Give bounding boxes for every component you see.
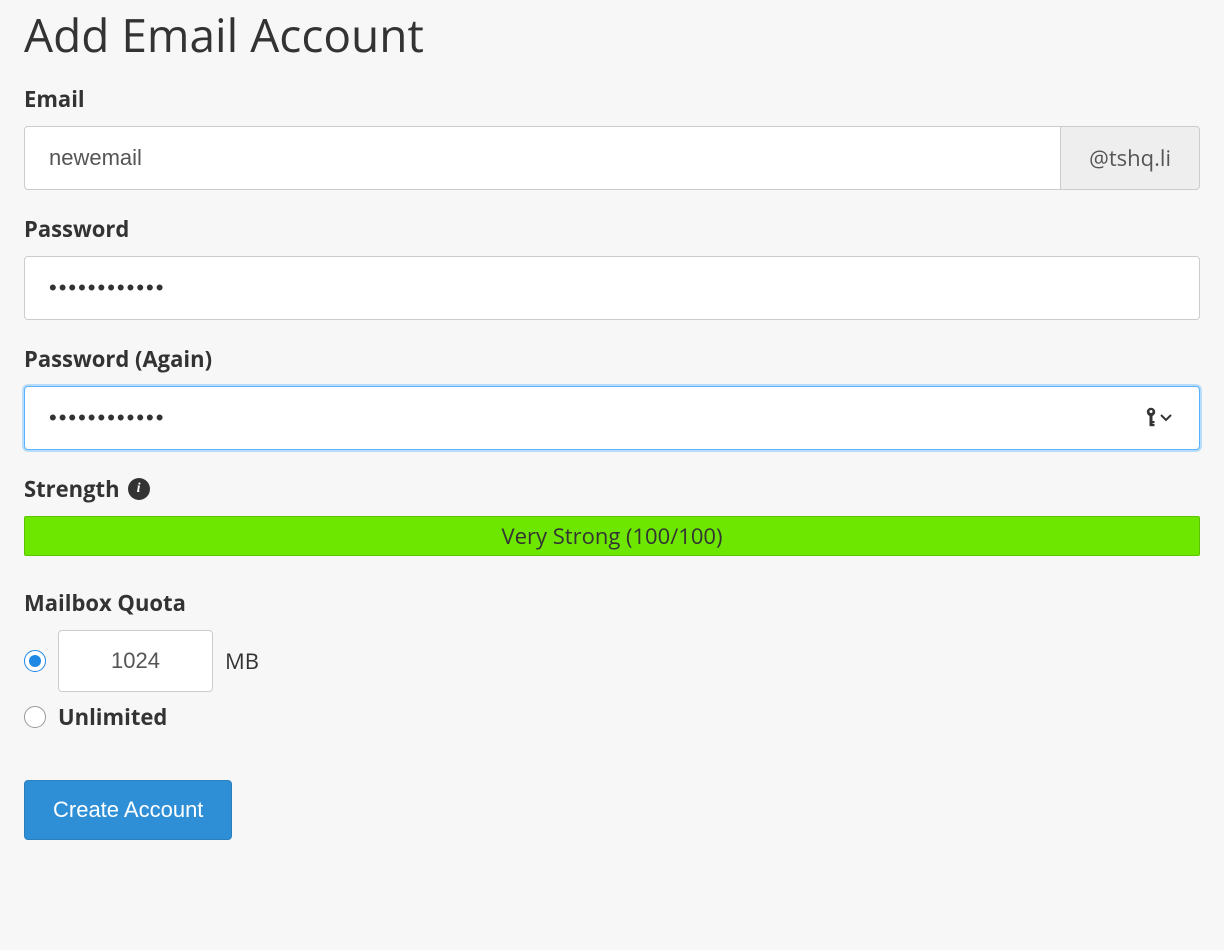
page-title: Add Email Account <box>24 4 1200 66</box>
quota-fixed-radio[interactable] <box>24 650 46 672</box>
strength-label-row: Strength i <box>24 474 1200 504</box>
strength-bar: Very Strong (100/100) <box>24 516 1200 556</box>
create-account-button[interactable]: Create Account <box>24 780 232 840</box>
password-confirm-wrapper <box>24 386 1200 450</box>
email-input-group: @tshq.li <box>24 126 1200 190</box>
info-icon[interactable]: i <box>128 478 150 500</box>
email-input[interactable] <box>24 126 1061 190</box>
quota-unit: MB <box>225 646 259 676</box>
strength-group: Strength i Very Strong (100/100) <box>24 474 1200 556</box>
quota-unlimited-row: Unlimited <box>24 702 1200 732</box>
password-input[interactable] <box>24 256 1200 320</box>
email-domain-addon: @tshq.li <box>1061 126 1200 190</box>
quota-unlimited-label: Unlimited <box>58 702 167 732</box>
quota-label: Mailbox Quota <box>24 588 1200 618</box>
strength-label: Strength <box>24 474 120 504</box>
password-group: Password <box>24 214 1200 320</box>
email-group: Email @tshq.li <box>24 84 1200 190</box>
quota-input[interactable] <box>58 630 213 692</box>
quota-group: Mailbox Quota MB Unlimited <box>24 588 1200 732</box>
email-label: Email <box>24 84 1200 114</box>
password-generator-icon[interactable] <box>1144 407 1172 429</box>
chevron-down-icon <box>1160 414 1172 422</box>
password-confirm-label: Password (Again) <box>24 344 1200 374</box>
password-label: Password <box>24 214 1200 244</box>
quota-unlimited-radio[interactable] <box>24 706 46 728</box>
quota-fixed-row: MB <box>24 630 1200 692</box>
password-confirm-input[interactable] <box>24 386 1200 450</box>
password-confirm-group: Password (Again) <box>24 344 1200 450</box>
